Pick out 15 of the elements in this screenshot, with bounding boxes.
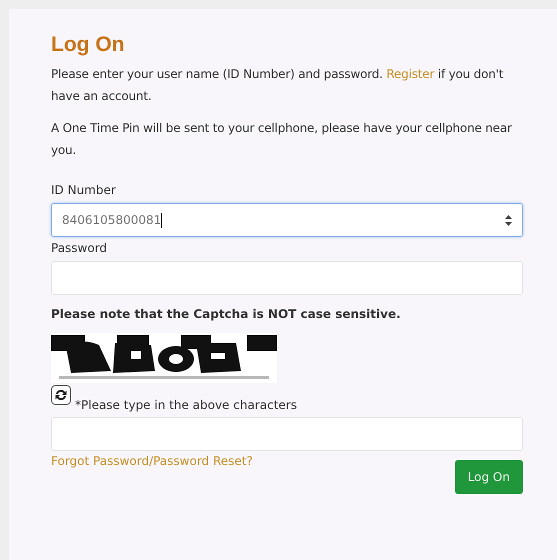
captcha-note: Please note that the Captcha is NOT case sensitive. (51, 307, 402, 321)
otp-note: A One Time Pin will be sent to your cellphone, please have your cellphone near you. (51, 120, 513, 159)
field-label: Password (51, 240, 108, 257)
page-title: Log On (51, 33, 126, 57)
captcha-prompt: *Please type in the above characters (75, 398, 297, 413)
log-on-button[interactable]: Log On (454, 460, 523, 494)
forgot-password-link[interactable]: Forgot Password/Password Reset? (51, 454, 253, 468)
spinner-icon[interactable] (505, 214, 512, 226)
id-number-field[interactable]: 8406105800081 (51, 203, 523, 237)
field-label: ID Number (51, 182, 117, 199)
register-link[interactable]: Register (386, 67, 434, 81)
captcha-field[interactable] (51, 417, 523, 451)
refresh-icon[interactable] (51, 385, 71, 405)
password-field[interactable] (51, 261, 523, 295)
intro-text: Please enter your user name (ID Number) and password. Register if you don't have an account. (51, 66, 504, 105)
